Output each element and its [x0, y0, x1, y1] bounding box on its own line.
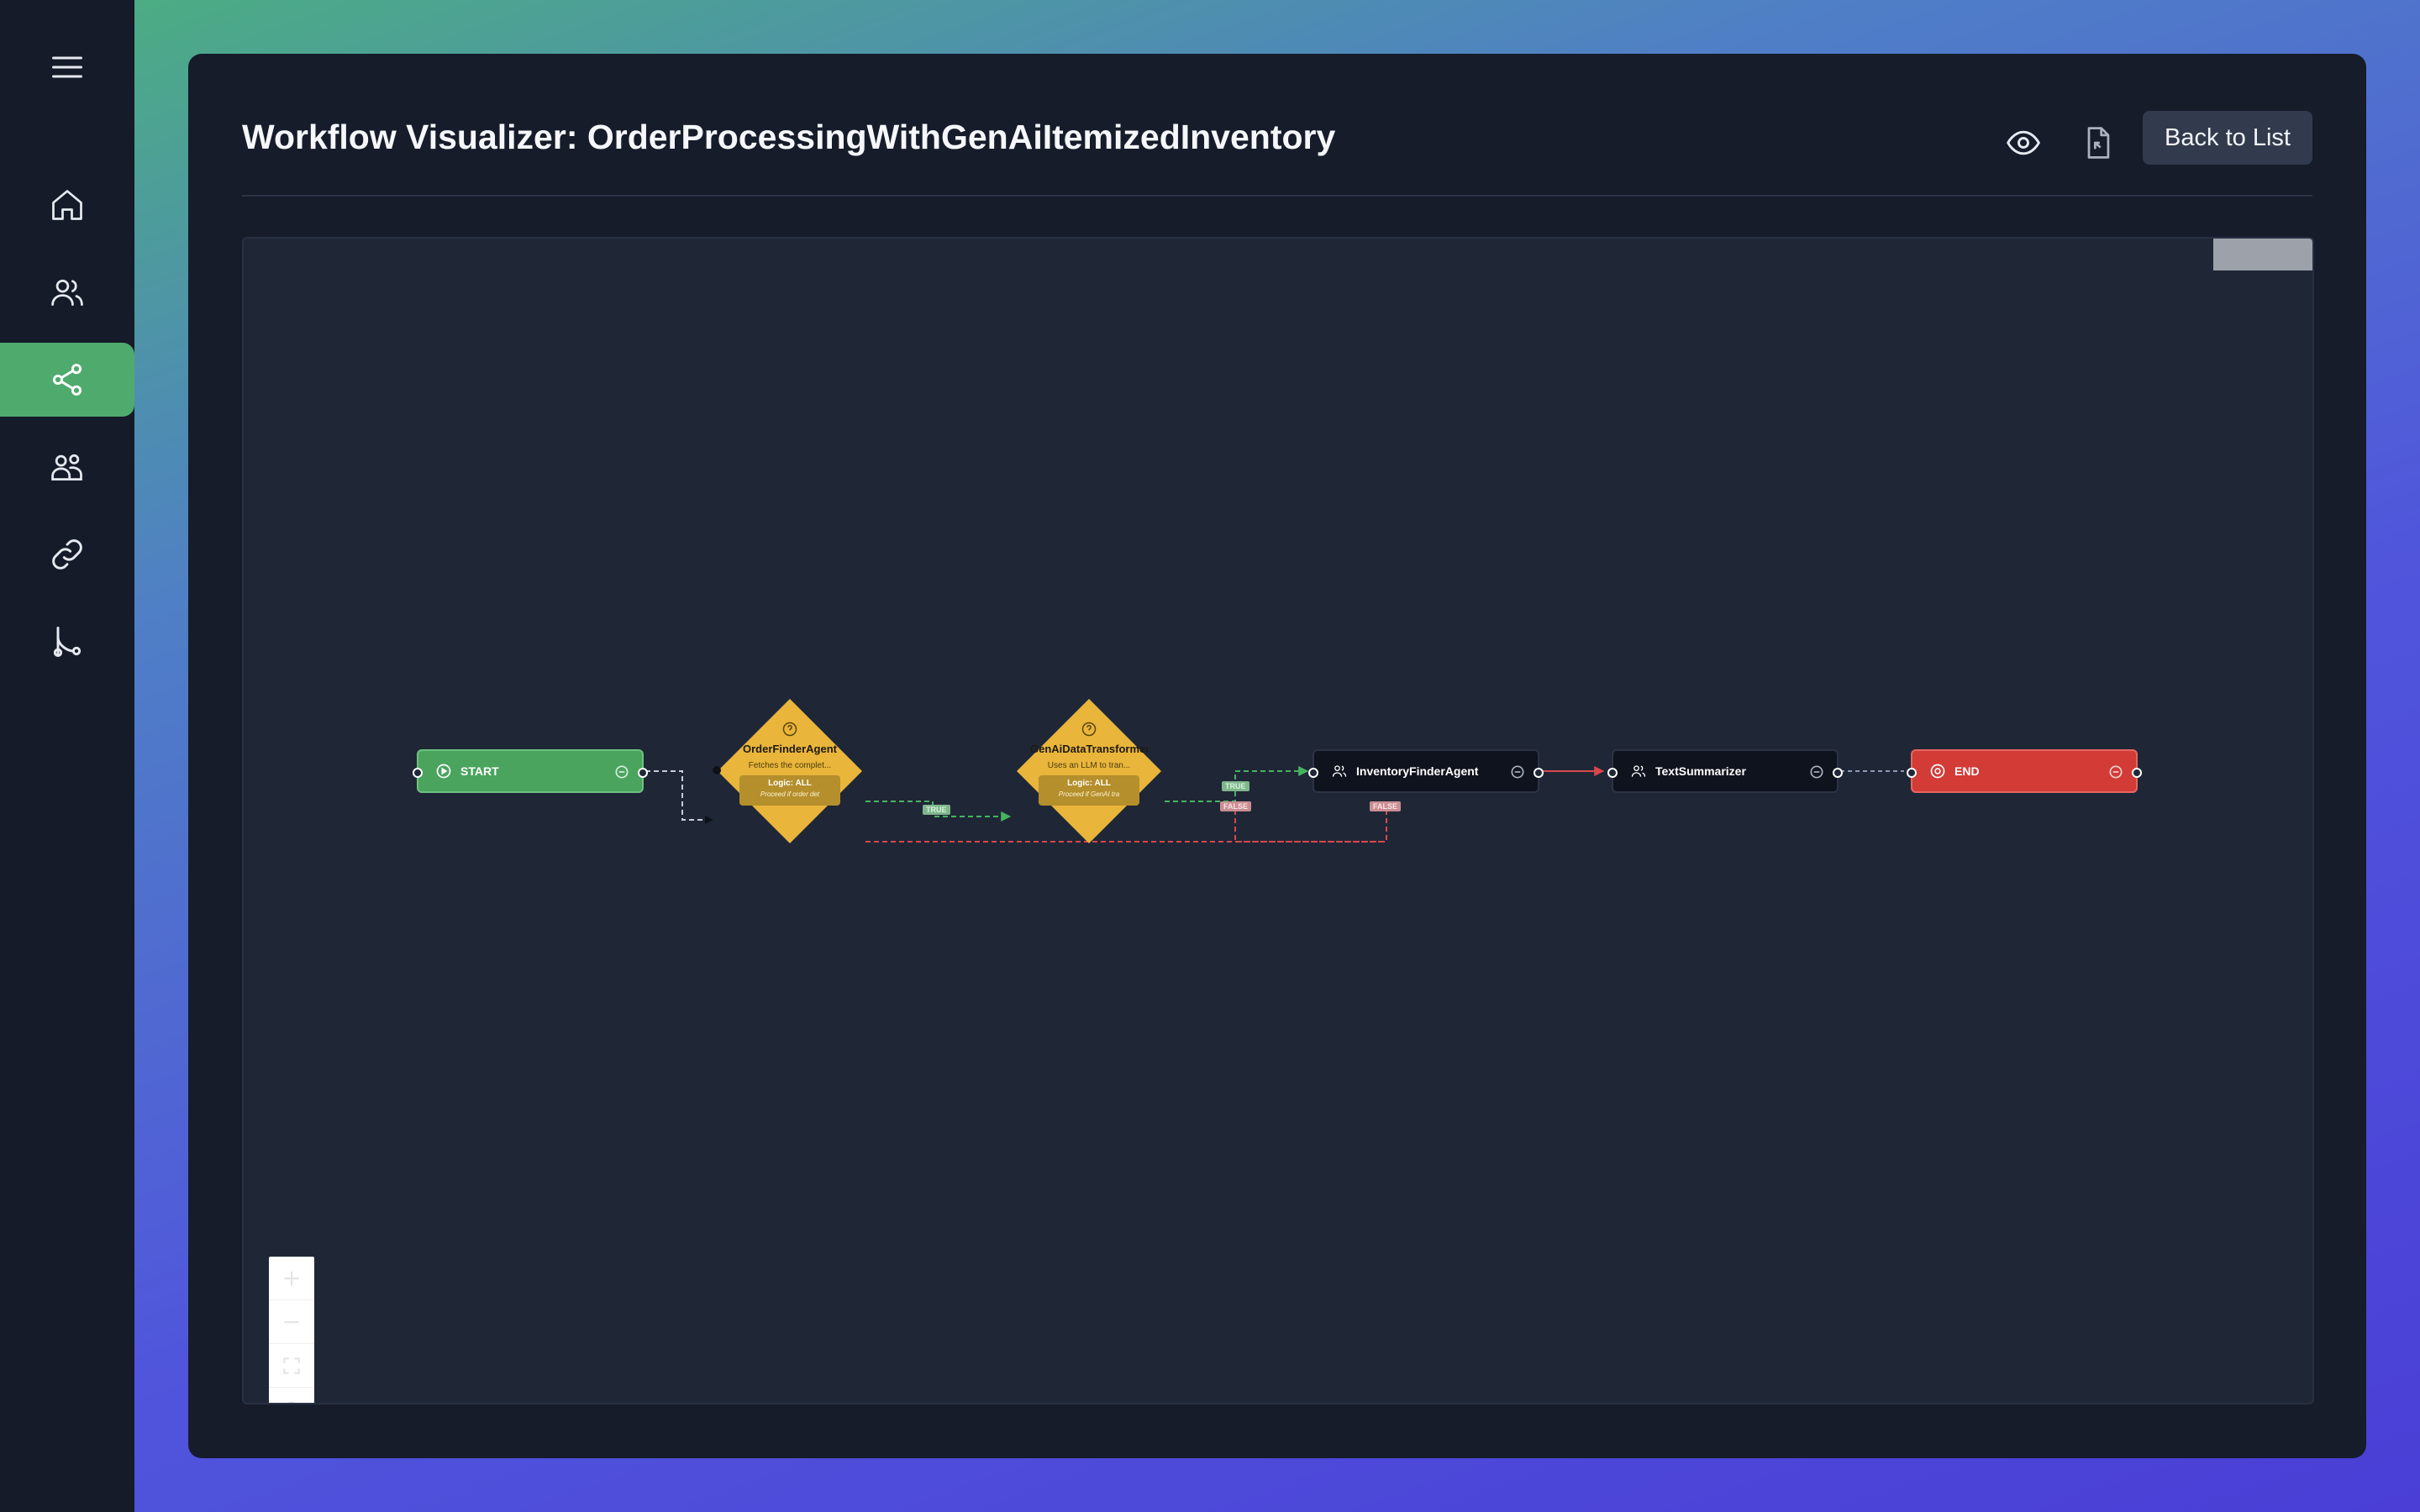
- link-icon: [52, 539, 82, 570]
- edge-label-true: TRUE: [923, 805, 950, 815]
- nav-home[interactable]: [0, 168, 134, 242]
- diamond-shape: [718, 699, 862, 843]
- page-title: Workflow Visualizer: OrderProcessingWith…: [242, 118, 1336, 156]
- decision-name: GenAiDataTransformerAgent: [1030, 743, 1148, 755]
- collapse-icon[interactable]: [1509, 764, 1526, 780]
- share-nodes-icon: [52, 364, 82, 396]
- agent-node-text-summarizer[interactable]: TextSummarizer: [1607, 749, 1843, 793]
- decision-description: Uses an LLM to tran...: [1047, 761, 1131, 770]
- logic-label: Logic: ALL: [768, 779, 812, 788]
- question-circle-icon: [782, 722, 797, 737]
- hamburger-menu-button[interactable]: [0, 30, 134, 104]
- edge-label-false: FALSE: [1370, 801, 1402, 811]
- node-handle[interactable]: [713, 766, 721, 774]
- back-to-list-button[interactable]: Back to List: [2143, 111, 2312, 165]
- logic-label: Logic: ALL: [1067, 779, 1111, 788]
- nav-integrations[interactable]: [0, 517, 134, 591]
- zoom-in-button[interactable]: [269, 1257, 314, 1300]
- git-branch-icon: [53, 627, 82, 657]
- zoom-out-button[interactable]: [269, 1300, 314, 1344]
- export-button[interactable]: [2073, 118, 2123, 168]
- preview-button[interactable]: [1998, 118, 2049, 168]
- end-node-label: END: [1954, 764, 1980, 778]
- home-icon: [52, 190, 82, 220]
- collapse-icon[interactable]: [613, 764, 630, 780]
- eye-icon: [2007, 130, 2040, 155]
- attribution-badge: [2213, 239, 2312, 270]
- edge-label-false: FALSE: [1220, 801, 1252, 811]
- users-icon: [1630, 763, 1647, 780]
- question-circle-icon: [1081, 722, 1097, 737]
- decision-description: Fetches the complet...: [748, 761, 832, 770]
- user-group-icon: [51, 454, 82, 481]
- nav-workflows[interactable]: [0, 343, 134, 417]
- zoom-in-icon: [284, 1270, 299, 1286]
- node-handle[interactable]: [1308, 768, 1318, 778]
- zoom-out-icon: [284, 1320, 299, 1323]
- node-handle[interactable]: [2132, 768, 2142, 778]
- node-handle[interactable]: [413, 768, 423, 778]
- decision-name: OrderFinderAgent: [743, 743, 837, 755]
- hamburger-menu-icon: [52, 56, 82, 78]
- agent-node-label: TextSummarizer: [1655, 764, 1746, 778]
- zoom-controls: [269, 1257, 314, 1403]
- logic-condition: Proceed if order det: [760, 790, 820, 798]
- node-handle[interactable]: [1833, 768, 1843, 778]
- node-handle[interactable]: [638, 768, 648, 778]
- header-divider: [242, 195, 2312, 197]
- collapse-icon[interactable]: [2107, 764, 2124, 780]
- fit-view-button[interactable]: [269, 1344, 314, 1388]
- nav-teams[interactable]: [0, 430, 134, 504]
- sidebar: [0, 0, 134, 1512]
- users-icon: [51, 279, 83, 307]
- collapse-icon[interactable]: [1808, 764, 1825, 780]
- edge-false-transformer: [1234, 801, 1387, 843]
- file-export-icon: [2087, 127, 2110, 159]
- fit-view-icon: [283, 1357, 300, 1374]
- agent-node-label: InventoryFinderAgent: [1356, 764, 1479, 778]
- edge-label-true: TRUE: [1222, 781, 1249, 791]
- play-circle-icon: [435, 763, 452, 780]
- node-handle[interactable]: [1907, 768, 1917, 778]
- nav-users[interactable]: [0, 255, 134, 329]
- diamond-shape: [1017, 699, 1161, 843]
- lock-button[interactable]: [269, 1388, 314, 1403]
- stop-circle-icon: [1929, 763, 1946, 780]
- decision-node-order-finder[interactable]: OrderFinderAgent Fetches the complet... …: [713, 697, 864, 845]
- logic-badge: Logic: ALL Proceed if GenAI tra: [1039, 775, 1139, 806]
- end-node[interactable]: END: [1907, 749, 2142, 793]
- agent-node-inventory-finder[interactable]: InventoryFinderAgent: [1308, 749, 1544, 793]
- edge-start-to-order-finder: [645, 770, 713, 824]
- main-panel: Workflow Visualizer: OrderProcessingWith…: [188, 54, 2366, 1458]
- edges-layer: [645, 766, 1904, 843]
- nav-branches[interactable]: [0, 605, 134, 679]
- start-node-label: START: [460, 764, 499, 778]
- lock-icon: [288, 1401, 295, 1403]
- users-icon: [1331, 763, 1348, 780]
- node-handle[interactable]: [1607, 768, 1618, 778]
- start-node[interactable]: START: [413, 749, 648, 793]
- node-handle[interactable]: [1534, 768, 1544, 778]
- workflow-canvas[interactable]: START OrderFinderAgent Fetches the compl…: [242, 237, 2314, 1404]
- decision-node-transformer[interactable]: GenAiDataTransformerAgent Uses an LLM to…: [1015, 697, 1163, 845]
- logic-badge: Logic: ALL Proceed if order det: [739, 775, 840, 806]
- logic-condition: Proceed if GenAI tra: [1058, 790, 1120, 798]
